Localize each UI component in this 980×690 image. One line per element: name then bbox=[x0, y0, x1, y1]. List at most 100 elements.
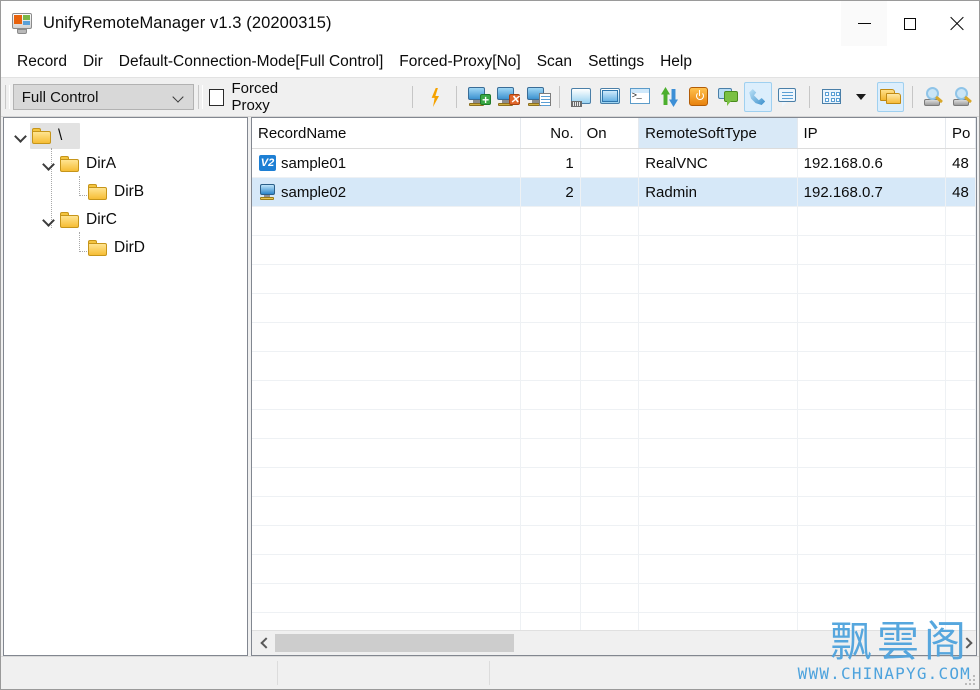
delete-record-button[interactable]: ✕ bbox=[495, 82, 522, 112]
tree-node-dira[interactable]: DirA bbox=[4, 150, 247, 178]
table-row-empty[interactable] bbox=[252, 584, 976, 613]
table-row[interactable]: sample02 2 Radmin 192.168.0.7 48 bbox=[252, 178, 976, 207]
cell-recordname: sample02 bbox=[252, 178, 522, 206]
chat-button[interactable] bbox=[715, 82, 742, 112]
column-header-on[interactable]: On bbox=[581, 118, 640, 148]
folders-icon bbox=[879, 86, 903, 108]
cell-remotesofttype: Radmin bbox=[639, 178, 798, 206]
scroll-right-button[interactable] bbox=[953, 632, 976, 654]
power-button[interactable] bbox=[686, 82, 713, 112]
directory-tree-panel[interactable]: \ DirA DirB DirC DirD bbox=[3, 117, 248, 656]
cell-empty bbox=[521, 236, 581, 264]
cell-recordname: V2 sample01 bbox=[252, 149, 522, 177]
thumbnail-view-button[interactable] bbox=[818, 82, 845, 112]
cell-empty bbox=[521, 468, 581, 496]
cell-empty bbox=[252, 439, 522, 467]
menu-item-default-connection-mode[interactable]: Default-Connection-Mode[Full Control] bbox=[111, 46, 391, 77]
list-rows-area[interactable]: V2 sample01 1 RealVNC 192.168.0.6 48 sam… bbox=[252, 149, 976, 630]
tree-node-label: DirB bbox=[114, 183, 145, 200]
table-row-empty[interactable] bbox=[252, 381, 976, 410]
toolbar-grip[interactable] bbox=[5, 85, 10, 109]
menu-item-forced-proxy[interactable]: Forced-Proxy[No] bbox=[391, 46, 528, 77]
table-row-empty[interactable] bbox=[252, 207, 976, 236]
add-record-button[interactable]: + bbox=[465, 82, 492, 112]
menu-item-scan[interactable]: Scan bbox=[529, 46, 580, 77]
cell-empty bbox=[798, 497, 947, 525]
cell-empty bbox=[639, 323, 798, 351]
table-row-empty[interactable] bbox=[252, 265, 976, 294]
tree-node-dirb[interactable]: DirB bbox=[4, 178, 247, 206]
table-row-empty[interactable] bbox=[252, 468, 976, 497]
column-header-remotesofttype[interactable]: RemoteSoftType bbox=[639, 118, 798, 148]
toolbar-grip-2[interactable] bbox=[198, 85, 203, 109]
table-row-empty[interactable] bbox=[252, 526, 976, 555]
cell-empty bbox=[946, 613, 976, 630]
table-row-empty[interactable] bbox=[252, 236, 976, 265]
cell-empty bbox=[521, 265, 581, 293]
minimize-button[interactable] bbox=[841, 1, 887, 46]
tree-node-label: \ bbox=[58, 127, 63, 144]
tree-node-label: DirD bbox=[114, 239, 145, 256]
empty-rows-container bbox=[252, 207, 976, 630]
power-icon bbox=[687, 86, 711, 108]
cell-empty bbox=[252, 207, 522, 235]
cell-empty bbox=[252, 381, 522, 409]
table-row[interactable]: V2 sample01 1 RealVNC 192.168.0.6 48 bbox=[252, 149, 976, 178]
tree-node-dirc[interactable]: DirC bbox=[4, 206, 247, 234]
table-row-empty[interactable] bbox=[252, 613, 976, 630]
column-header-ip[interactable]: IP bbox=[798, 118, 946, 148]
table-row-empty[interactable] bbox=[252, 439, 976, 468]
table-row-empty[interactable] bbox=[252, 410, 976, 439]
cell-empty bbox=[946, 555, 976, 583]
menu-item-dir[interactable]: Dir bbox=[75, 46, 111, 77]
voice-call-button[interactable] bbox=[744, 82, 772, 112]
scroll-left-button[interactable] bbox=[252, 632, 275, 654]
horizontal-scrollbar[interactable] bbox=[252, 630, 976, 655]
monitor-properties-icon bbox=[526, 86, 551, 108]
tree-node-root[interactable]: \ bbox=[4, 122, 247, 150]
chevron-expanded-icon[interactable] bbox=[42, 214, 55, 227]
view-only-button[interactable] bbox=[598, 82, 625, 112]
quick-connect-button[interactable] bbox=[421, 82, 448, 112]
cell-empty bbox=[581, 381, 640, 409]
edit-record-button[interactable] bbox=[524, 82, 551, 112]
cell-empty bbox=[581, 439, 640, 467]
menu-item-settings[interactable]: Settings bbox=[580, 46, 652, 77]
full-control-button[interactable] bbox=[568, 82, 595, 112]
console-button[interactable]: >_ bbox=[627, 82, 654, 112]
message-button[interactable] bbox=[774, 82, 801, 112]
scrollbar-thumb[interactable] bbox=[275, 634, 514, 652]
cell-empty bbox=[639, 265, 798, 293]
menu-item-help[interactable]: Help bbox=[652, 46, 700, 77]
connection-mode-select[interactable]: Full Control bbox=[12, 84, 195, 110]
column-header-port[interactable]: Po bbox=[946, 118, 976, 148]
search-record-button[interactable] bbox=[921, 82, 948, 112]
table-row-empty[interactable] bbox=[252, 352, 976, 381]
tree-node-label: DirA bbox=[86, 155, 117, 172]
cell-empty bbox=[946, 294, 976, 322]
chevron-expanded-icon[interactable] bbox=[42, 158, 55, 171]
maximize-button[interactable] bbox=[887, 1, 933, 46]
tree-node-dird[interactable]: DirD bbox=[4, 234, 247, 262]
close-button[interactable] bbox=[933, 1, 979, 46]
file-transfer-button[interactable] bbox=[656, 82, 683, 112]
table-row-empty[interactable] bbox=[252, 555, 976, 584]
cell-empty bbox=[798, 207, 947, 235]
record-name-text: sample02 bbox=[281, 183, 347, 201]
cell-empty bbox=[798, 294, 947, 322]
table-row-empty[interactable] bbox=[252, 323, 976, 352]
scan-network-button[interactable] bbox=[951, 82, 978, 112]
column-header-no[interactable]: No. bbox=[521, 118, 581, 148]
forced-proxy-checkbox[interactable]: Forced Proxy bbox=[208, 80, 312, 114]
view-dropdown-button[interactable] bbox=[848, 82, 875, 112]
window-title: UnifyRemoteManager v1.3 (20200315) bbox=[43, 14, 332, 32]
column-header-recordname[interactable]: RecordName bbox=[252, 118, 522, 148]
new-folder-button[interactable] bbox=[876, 82, 905, 112]
menu-item-record[interactable]: Record bbox=[9, 46, 75, 77]
table-row-empty[interactable] bbox=[252, 497, 976, 526]
cell-empty bbox=[946, 439, 976, 467]
table-row-empty[interactable] bbox=[252, 294, 976, 323]
folder-icon bbox=[59, 155, 81, 173]
resize-grip[interactable] bbox=[964, 674, 976, 686]
chevron-expanded-icon[interactable] bbox=[14, 130, 27, 143]
